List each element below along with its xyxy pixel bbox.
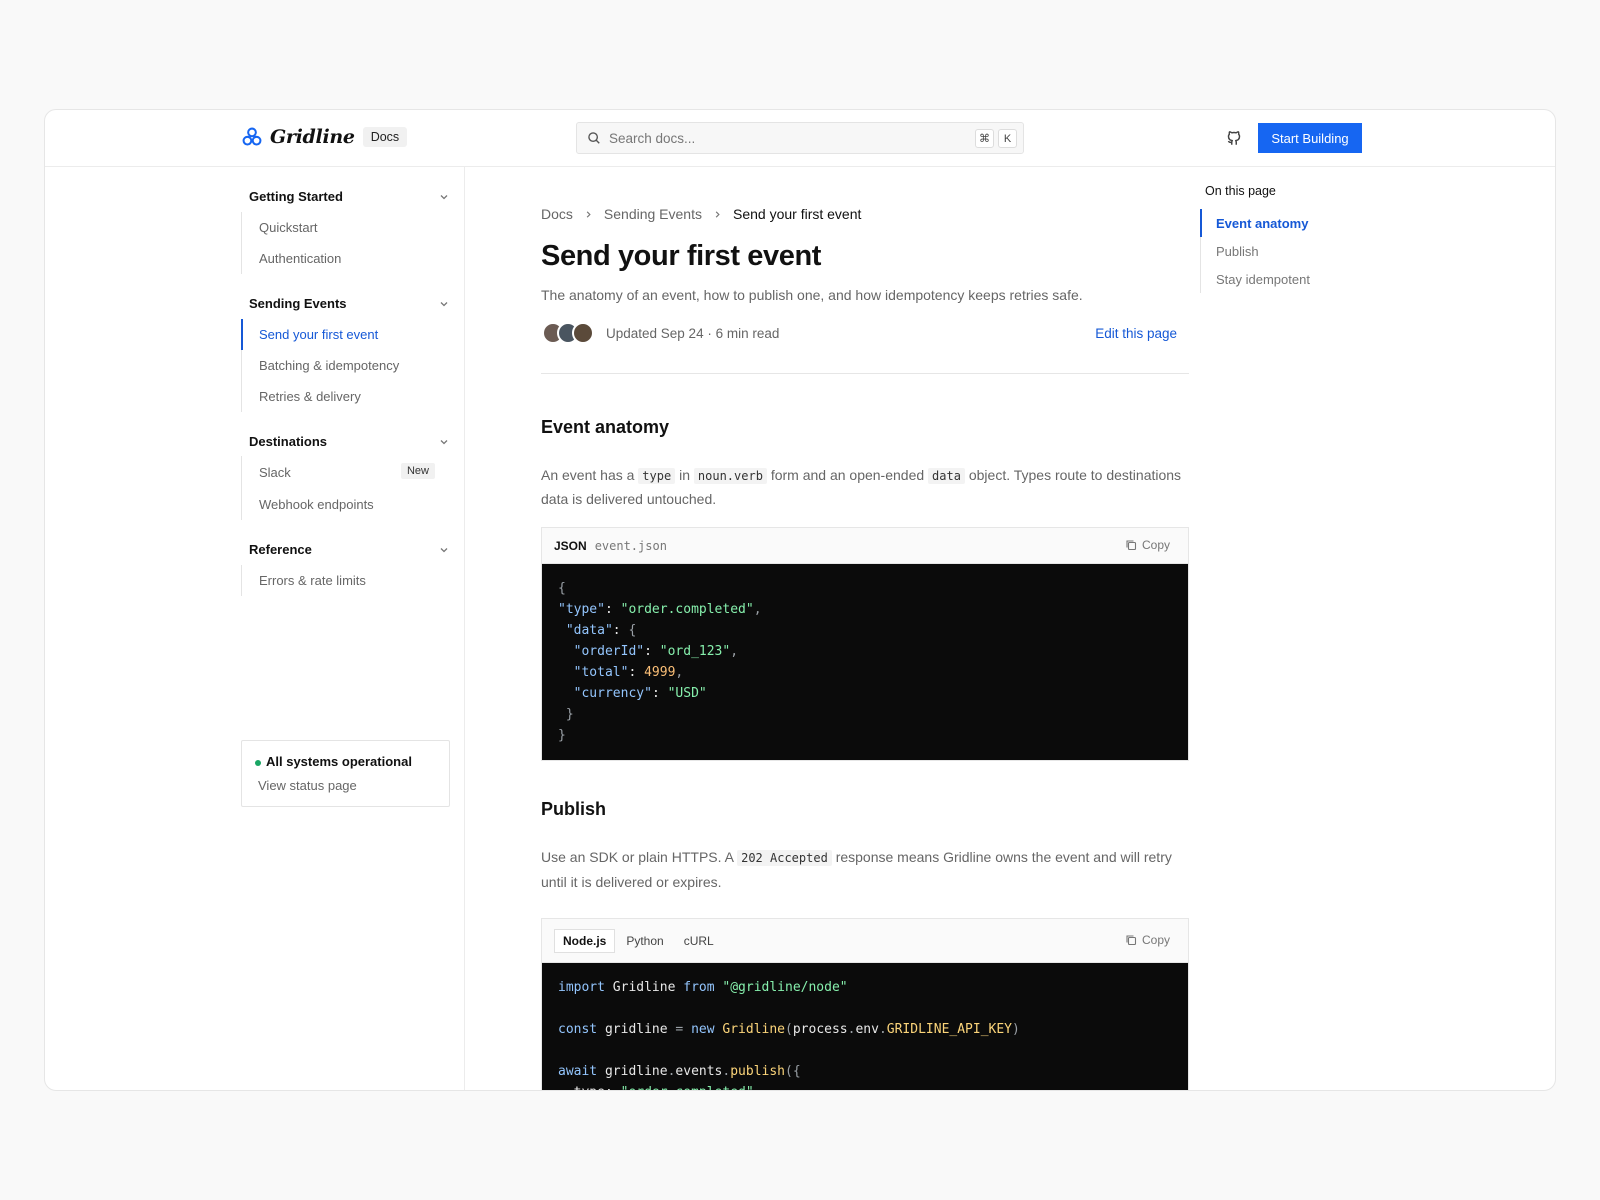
- breadcrumb-sending-events[interactable]: Sending Events: [604, 206, 702, 222]
- tab-python[interactable]: Python: [617, 929, 672, 953]
- copy-icon: [1126, 935, 1137, 946]
- text: An event has a: [541, 467, 635, 483]
- page-meta: Updated Sep 24 · 6 min read: [606, 326, 780, 341]
- inline-code: data: [928, 468, 965, 484]
- sidebar-item-label: Slack: [259, 465, 291, 480]
- sidebar-item-slack[interactable]: Slack New: [242, 456, 451, 489]
- github-icon[interactable]: [1225, 129, 1243, 147]
- code-block-publish: Node.js Python cURL Copy import Gridline…: [541, 918, 1189, 1090]
- sidebar-item-authentication[interactable]: Authentication: [242, 243, 451, 274]
- status-title: All systems operational: [266, 754, 412, 769]
- sidebar-group-sending-events: Send your first event Batching & idempot…: [241, 319, 451, 412]
- sidebar-nav: Getting Started Quickstart Authenticatio…: [45, 167, 465, 1090]
- tab-curl[interactable]: cURL: [675, 929, 723, 953]
- sidebar-group-getting-started: Quickstart Authentication: [241, 212, 451, 274]
- code-block-json: JSON event.json Copy { "type": "order.co…: [541, 527, 1189, 761]
- tab-nodejs[interactable]: Node.js: [554, 928, 616, 953]
- shortcut-key-k: K: [998, 129, 1017, 148]
- view-status-link[interactable]: View status page: [258, 778, 357, 793]
- text: Use an SDK or plain HTTPS. A: [541, 849, 734, 865]
- chevron-down-icon: [440, 301, 448, 306]
- contributor-avatars: [542, 322, 594, 344]
- status-dot-icon: [255, 760, 261, 766]
- sidebar-item-quickstart[interactable]: Quickstart: [242, 212, 451, 243]
- code-block-header: JSON event.json Copy: [542, 528, 1188, 564]
- page-subtitle: The anatomy of an event, how to publish …: [541, 287, 1083, 303]
- sidebar-group-reference: Errors & rate limits: [241, 565, 451, 596]
- copy-button[interactable]: Copy: [1125, 933, 1170, 947]
- sidebar-section-getting-started[interactable]: Getting Started: [249, 189, 449, 204]
- section-heading-publish: Publish: [541, 799, 607, 819]
- main-content: Docs Sending Events Send your first even…: [497, 167, 1197, 1090]
- docs-badge: Docs: [362, 127, 408, 147]
- sidebar-group-destinations: Slack New Webhook endpoints: [241, 456, 451, 520]
- chevron-right-icon: [586, 210, 591, 218]
- divider: [541, 373, 1189, 374]
- section-paragraph: An event has a type in noun.verb form an…: [541, 464, 1193, 511]
- search-placeholder: Search docs...: [609, 130, 696, 146]
- code-block-header: Node.js Python cURL Copy: [542, 919, 1188, 963]
- toc-item-event-anatomy[interactable]: Event anatomy: [1200, 209, 1380, 237]
- inline-code: noun.verb: [693, 468, 767, 484]
- section-title: Sending Events: [249, 296, 347, 311]
- sidebar-item-webhook-endpoints[interactable]: Webhook endpoints: [242, 489, 451, 520]
- section-title: Getting Started: [249, 189, 343, 204]
- search-icon: [588, 132, 600, 144]
- chevron-down-icon: [440, 547, 448, 552]
- chevron-right-icon: [715, 210, 720, 218]
- code-filename: event.json: [594, 538, 667, 553]
- new-badge: New: [400, 463, 435, 479]
- logo-text: Gridline: [270, 126, 355, 148]
- search-shortcut: ⌘ K: [975, 129, 1017, 148]
- top-header: Gridline Docs Search docs... ⌘ K Start B…: [45, 110, 1555, 167]
- inline-code: 202 Accepted: [737, 850, 832, 866]
- sidebar-section-sending-events[interactable]: Sending Events: [249, 296, 449, 311]
- text: form and an open-ended: [770, 467, 925, 483]
- app-window: Gridline Docs Search docs... ⌘ K Start B…: [44, 109, 1556, 1091]
- sidebar-item-errors-rate-limits[interactable]: Errors & rate limits: [242, 565, 451, 596]
- page-title: Send your first event: [541, 240, 822, 272]
- shortcut-key-cmd: ⌘: [975, 129, 994, 148]
- text: in: [679, 467, 690, 483]
- copy-icon: [1126, 540, 1137, 551]
- section-title: Reference: [249, 542, 312, 557]
- sidebar-item-send-your-first-event[interactable]: Send your first event: [241, 319, 451, 350]
- breadcrumb-current: Send your first event: [732, 206, 862, 222]
- edit-page-link[interactable]: Edit this page: [1095, 326, 1177, 341]
- logo[interactable]: Gridline Docs: [241, 126, 408, 148]
- copy-label: Copy: [1141, 933, 1170, 947]
- start-building-button[interactable]: Start Building: [1258, 123, 1362, 153]
- chevron-down-icon: [440, 439, 448, 444]
- sidebar-section-destinations[interactable]: Destinations: [249, 434, 449, 449]
- code-content: { "type": "order.completed", "data": { "…: [542, 564, 1188, 760]
- section-title: Destinations: [249, 434, 328, 449]
- sidebar-item-batching-idempotency[interactable]: Batching & idempotency: [242, 350, 451, 381]
- copy-label: Copy: [1141, 538, 1170, 552]
- code-language: JSON: [554, 538, 587, 553]
- sidebar-section-reference[interactable]: Reference: [249, 542, 449, 557]
- sidebar-item-retries-delivery[interactable]: Retries & delivery: [242, 381, 451, 412]
- breadcrumb: Docs Sending Events Send your first even…: [541, 206, 861, 222]
- copy-button[interactable]: Copy: [1125, 538, 1170, 552]
- status-card[interactable]: All systems operational View status page: [241, 740, 450, 807]
- language-tabs: Node.js Python cURL: [554, 928, 723, 953]
- breadcrumb-docs[interactable]: Docs: [541, 206, 573, 222]
- search-input[interactable]: Search docs... ⌘ K: [576, 122, 1024, 154]
- avatar: [572, 322, 594, 344]
- toc-title: On this page: [1205, 184, 1276, 198]
- inline-code: type: [638, 468, 676, 484]
- toc-list: Event anatomy Publish Stay idempotent: [1200, 209, 1380, 293]
- gridline-logo-icon: [242, 127, 262, 146]
- chevron-down-icon: [440, 194, 448, 199]
- toc-item-publish[interactable]: Publish: [1201, 237, 1380, 265]
- section-paragraph: Use an SDK or plain HTTPS. A 202 Accepte…: [541, 845, 1193, 894]
- toc-item-stay-idempotent[interactable]: Stay idempotent: [1201, 265, 1380, 293]
- code-content: import Gridline from "@gridline/node" co…: [542, 963, 1188, 1090]
- section-heading-event-anatomy: Event anatomy: [541, 417, 670, 437]
